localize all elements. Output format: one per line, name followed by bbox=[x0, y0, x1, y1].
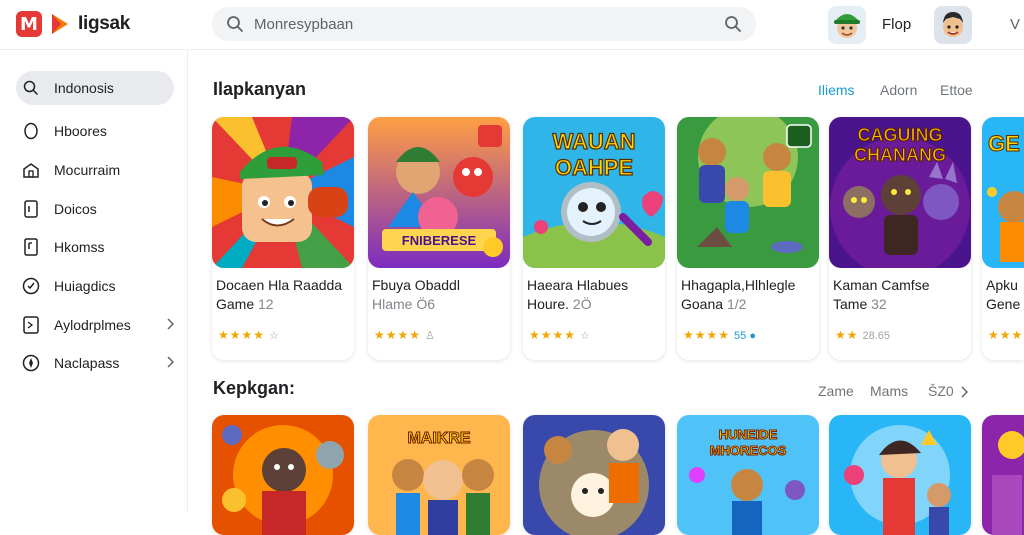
game-thumbnail bbox=[982, 415, 1024, 535]
sidebar-item-label: Hkomss bbox=[54, 239, 105, 255]
game-thumbnail: GE bbox=[982, 117, 1024, 268]
sidebar-item-huiagdics[interactable]: Huiagdics bbox=[16, 269, 174, 303]
game-thumbnail: HUNEIDE MHORECOS bbox=[677, 415, 819, 535]
game-title: Docaen Hla Raadda Game 12 bbox=[216, 277, 343, 312]
chevron-right-icon bbox=[166, 317, 175, 333]
svg-text:GE: GE bbox=[988, 131, 1020, 156]
document-icon bbox=[22, 238, 40, 256]
game-thumbnail bbox=[523, 415, 665, 535]
chevron-right-icon bbox=[166, 355, 175, 371]
edge-text: V bbox=[1010, 16, 1021, 33]
rating-stars: ★★★★ ☆ bbox=[529, 328, 590, 342]
search-icon bbox=[227, 16, 243, 32]
sidebar-item-naclapass[interactable]: Naclapass bbox=[16, 346, 175, 380]
game-thumbnail bbox=[677, 117, 819, 268]
section-tab[interactable]: ŠZ0 bbox=[928, 383, 954, 399]
sidebar: Indonosis Hboores Mocurraim Doicos Hkoms… bbox=[0, 50, 188, 512]
game-thumbnail: WAUAN OAHPE bbox=[523, 117, 665, 268]
game-title: Haeara Hlabues Houre. 2Ö bbox=[527, 277, 629, 312]
game-thumbnail bbox=[212, 117, 354, 268]
game-card[interactable] bbox=[523, 415, 665, 535]
section-title: Kepkgan: bbox=[213, 378, 296, 398]
svg-text:FNIBERESE: FNIBERESE bbox=[402, 233, 477, 248]
svg-text:MHORECOS: MHORECOS bbox=[710, 443, 787, 458]
game-thumbnail bbox=[829, 415, 971, 535]
shield-icon bbox=[22, 277, 40, 295]
sidebar-item-label: Mocurraim bbox=[54, 162, 121, 178]
rating-stars: ★★ 28.65 bbox=[835, 328, 891, 342]
home-icon bbox=[22, 161, 40, 179]
section-title: Ilapkanyan bbox=[213, 79, 307, 99]
play-logo-icon bbox=[50, 13, 70, 35]
sidebar-item-label: Indonosis bbox=[54, 80, 114, 96]
svg-text:WAUAN: WAUAN bbox=[552, 129, 635, 154]
tablet-icon bbox=[22, 200, 40, 218]
game-thumbnail bbox=[212, 415, 354, 535]
game-title: Fbuya Obaddl Hlame Ö6 bbox=[372, 277, 460, 312]
section-tabs: Zame Mams ŠZ0 bbox=[818, 383, 968, 399]
sidebar-item-indonosis[interactable]: Indonosis bbox=[16, 71, 174, 105]
top-nav-link[interactable]: Flop bbox=[882, 16, 911, 33]
game-card[interactable]: HUNEIDE MHORECOS bbox=[677, 415, 819, 535]
chevron-right-icon[interactable] bbox=[960, 386, 968, 398]
svg-text:CHANANG: CHANANG bbox=[854, 145, 946, 165]
circle-icon bbox=[22, 122, 40, 140]
sidebar-item-label: Naclapass bbox=[54, 355, 120, 371]
section-tab[interactable]: Mams bbox=[870, 383, 928, 399]
svg-text:OAHPE: OAHPE bbox=[555, 155, 633, 180]
profile-avatar[interactable] bbox=[934, 6, 972, 44]
game-thumbnail: CAGUING CHANANG bbox=[829, 117, 971, 268]
sidebar-item-hkomss[interactable]: Hkomss bbox=[16, 230, 174, 264]
tag-icon bbox=[22, 316, 40, 334]
sidebar-item-label: Doicos bbox=[54, 201, 97, 217]
game-card[interactable] bbox=[212, 415, 354, 535]
sidebar-item-label: Hboores bbox=[54, 123, 107, 139]
search-input[interactable] bbox=[254, 15, 714, 33]
game-card[interactable]: MAIKRE bbox=[368, 415, 510, 535]
svg-text:MAIKRE: MAIKRE bbox=[407, 430, 470, 447]
rating-stars: ★★★★ ♙ bbox=[374, 328, 435, 342]
rating-stars: ★★★ bbox=[988, 328, 1024, 342]
section-tab[interactable]: Adorn bbox=[880, 82, 940, 98]
sidebar-item-aylodrplmes[interactable]: Aylodrplmes bbox=[16, 308, 175, 342]
game-card[interactable]: FNIBERESE Fbuya Obaddl Hlame Ö6 ★★★★ ♙ bbox=[368, 117, 510, 360]
sidebar-item-label: Aylodrplmes bbox=[54, 317, 131, 333]
section-tab[interactable]: Iliems bbox=[818, 82, 880, 98]
user-avatar[interactable] bbox=[828, 6, 866, 44]
game-card[interactable]: CAGUING CHANANG Kaman Camfse Tame 32 ★★ 28… bbox=[829, 117, 971, 360]
game-card[interactable]: WAUAN OAHPE Haeara Hlabues Houre. 2Ö ★★★★… bbox=[523, 117, 665, 360]
rating-stars: ★★★★ ☆ bbox=[218, 328, 279, 342]
search-icon bbox=[22, 79, 40, 97]
sidebar-item-doicos[interactable]: Doicos bbox=[16, 192, 174, 226]
sidebar-item-mocurraim[interactable]: Mocurraim bbox=[16, 153, 174, 187]
sidebar-item-hboores[interactable]: Hboores bbox=[16, 114, 174, 148]
game-card[interactable]: GE Apku Gene ★★★ bbox=[982, 117, 1024, 360]
game-card[interactable] bbox=[829, 415, 971, 535]
top-bar: M Iigsak Flop V bbox=[0, 0, 1024, 50]
game-card[interactable]: Docaen Hla Raadda Game 12 ★★★★ ☆ bbox=[212, 117, 354, 360]
section-tab[interactable]: Zame bbox=[818, 383, 870, 399]
app-logo[interactable]: M Iigsak bbox=[16, 11, 130, 37]
game-title: Apku Gene bbox=[986, 277, 1021, 312]
search-bar[interactable] bbox=[212, 7, 756, 41]
search-submit-icon[interactable] bbox=[724, 15, 742, 33]
section-tabs: Iliems Adorn Ettoe bbox=[818, 82, 973, 98]
game-card[interactable]: Hhagapla,Hlhlegle Goana 1/2 ★★★★ 55 ● bbox=[677, 117, 819, 360]
svg-text:CAGUING: CAGUING bbox=[858, 125, 943, 145]
game-title: Kaman Camfse Tame 32 bbox=[833, 277, 930, 312]
game-title: Hhagapla,Hlhlegle Goana 1/2 bbox=[681, 277, 796, 312]
svg-text:HUNEIDE: HUNEIDE bbox=[719, 427, 778, 442]
game-thumbnail: MAIKRE bbox=[368, 415, 510, 535]
brand-name: Iigsak bbox=[78, 13, 131, 34]
section-tab[interactable]: Ettoe bbox=[940, 82, 973, 98]
game-thumbnail: FNIBERESE bbox=[368, 117, 510, 268]
compass-icon bbox=[22, 354, 40, 372]
game-card[interactable] bbox=[982, 415, 1024, 535]
rating-stars: ★★★★ 55 ● bbox=[683, 328, 756, 342]
m-logo-icon: M bbox=[16, 11, 42, 37]
sidebar-item-label: Huiagdics bbox=[54, 278, 116, 294]
